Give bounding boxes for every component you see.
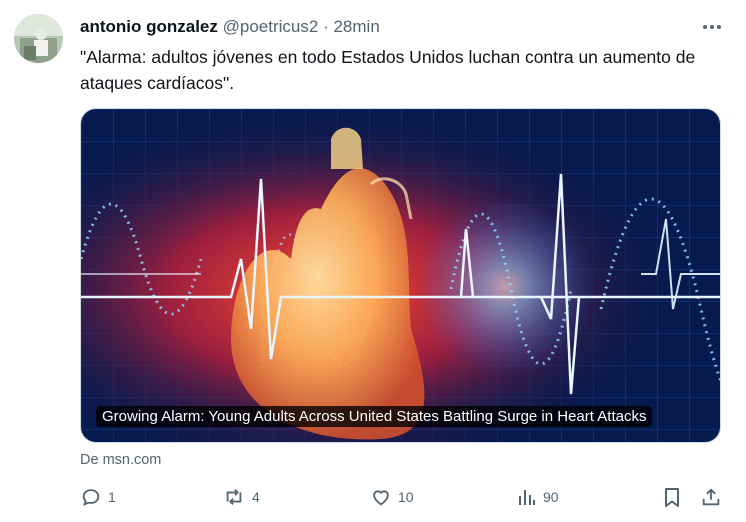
separator: · <box>323 17 329 36</box>
like-button[interactable]: 10 <box>370 484 414 510</box>
link-card[interactable]: Growing Alarm: Young Adults Across Unite… <box>80 108 721 443</box>
avatar[interactable] <box>14 14 63 63</box>
retweet-button[interactable]: 4 <box>222 484 260 510</box>
views-count: 90 <box>543 489 559 505</box>
bookmark-button[interactable] <box>662 484 682 510</box>
avatar-image <box>14 14 63 63</box>
share-button[interactable] <box>700 484 722 510</box>
author-name[interactable]: antonio gonzalez <box>80 17 218 36</box>
share-icon <box>702 488 720 506</box>
more-icon[interactable] <box>700 16 724 38</box>
like-count: 10 <box>398 489 414 505</box>
retweet-count: 4 <box>252 489 260 505</box>
tweet-text: "Alarma: adultos jóvenes en todo Estados… <box>80 47 696 93</box>
author-handle[interactable]: @poetricus2 <box>223 17 319 36</box>
views-button[interactable]: 90 <box>517 484 559 510</box>
bookmark-icon <box>665 488 679 507</box>
retweet-icon <box>226 489 242 505</box>
timestamp[interactable]: 28min <box>333 17 379 36</box>
tweet-header: antonio gonzalez @poetricus2 · 28min <box>80 17 380 37</box>
card-source[interactable]: De msn.com <box>80 452 161 468</box>
tweet-actions: 1 4 10 90 <box>80 484 725 510</box>
reply-count: 1 <box>108 489 116 505</box>
views-icon <box>519 490 535 505</box>
card-title: Growing Alarm: Young Adults Across Unite… <box>96 406 653 427</box>
heart-ecg-image <box>81 109 720 442</box>
like-icon <box>373 490 389 506</box>
reply-button[interactable]: 1 <box>80 484 116 510</box>
reply-icon <box>82 489 100 506</box>
